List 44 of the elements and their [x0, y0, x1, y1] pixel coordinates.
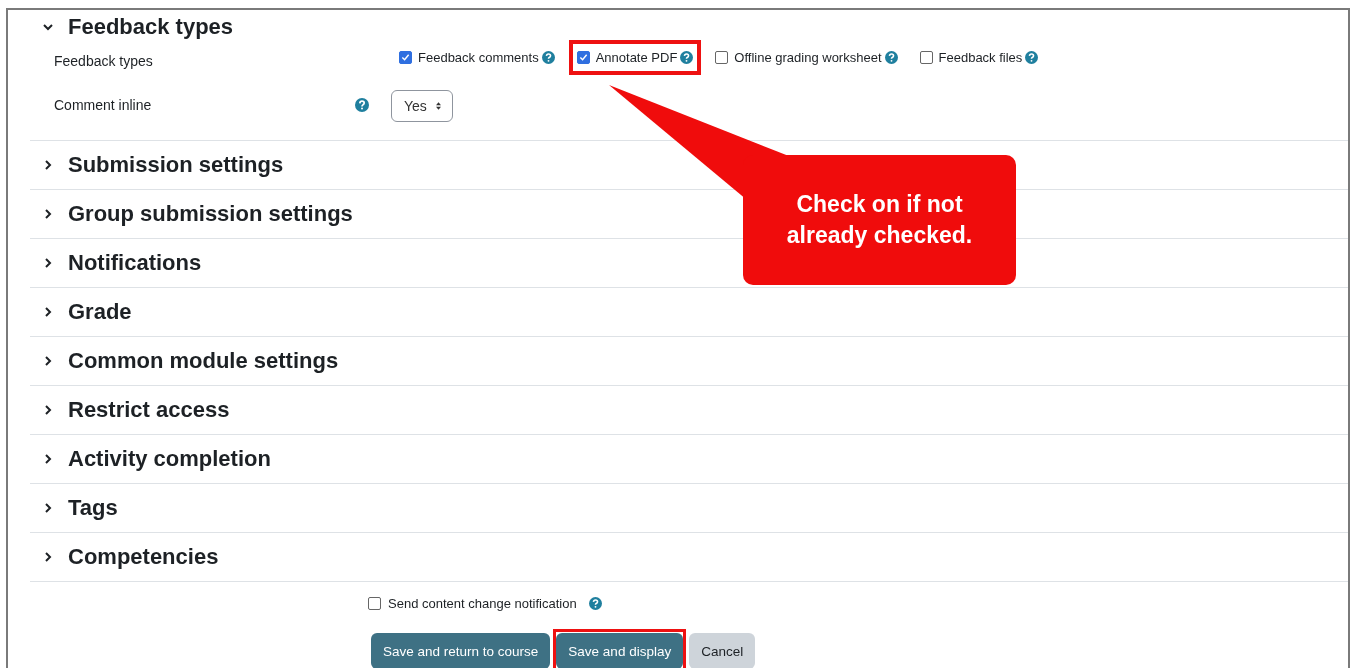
- checkbox-label[interactable]: Feedback comments: [418, 49, 539, 65]
- field-label: Comment inline: [54, 97, 152, 113]
- checkbox[interactable]: [919, 50, 933, 64]
- section-title[interactable]: Common module settings: [68, 348, 339, 374]
- checkbox[interactable]: [715, 50, 729, 64]
- section-title[interactable]: Grade: [68, 299, 132, 325]
- chevron-icon[interactable]: [42, 159, 54, 171]
- checkbox[interactable]: [399, 50, 412, 64]
- help-icon[interactable]: [680, 50, 694, 64]
- section-title[interactable]: Notifications: [68, 250, 202, 276]
- section-title[interactable]: Competencies: [68, 544, 219, 570]
- save-button[interactable]: Save and return to course: [371, 633, 551, 668]
- chevron-icon[interactable]: [42, 453, 54, 465]
- chevron-icon[interactable]: [42, 257, 54, 269]
- chevron-icon[interactable]: [42, 404, 54, 416]
- section-title[interactable]: Tags: [68, 495, 118, 521]
- select-dropdown[interactable]: Yes: [391, 90, 453, 122]
- chevron-icon[interactable]: [42, 551, 54, 563]
- help-icon[interactable]: [355, 98, 369, 112]
- checkbox[interactable]: [368, 597, 381, 610]
- section-title[interactable]: Restrict access: [68, 397, 230, 423]
- cancel-button[interactable]: Cancel: [689, 633, 756, 668]
- field-label: Feedback types: [54, 53, 153, 69]
- section-title[interactable]: Activity completion: [68, 446, 271, 472]
- section-title[interactable]: Feedback types: [68, 14, 234, 40]
- callout: Check on if not already checked.: [743, 155, 1016, 285]
- checkbox-label[interactable]: Send content change notification: [388, 596, 577, 611]
- save-button[interactable]: Save and display: [556, 633, 684, 668]
- chevron-icon[interactable]: [42, 21, 54, 33]
- checkbox-label[interactable]: Feedback files: [938, 49, 1023, 65]
- checkbox[interactable]: [576, 50, 590, 64]
- help-icon[interactable]: [884, 50, 898, 64]
- sort-arrows-icon: [434, 101, 442, 111]
- section-title[interactable]: Submission settings: [68, 152, 284, 178]
- chevron-icon[interactable]: [42, 306, 54, 318]
- chevron-icon[interactable]: [42, 502, 54, 514]
- help-icon[interactable]: [541, 50, 555, 64]
- chevron-icon[interactable]: [42, 208, 54, 220]
- help-icon[interactable]: [588, 597, 602, 610]
- section-title[interactable]: Group submission settings: [68, 201, 353, 227]
- checkbox-label[interactable]: Annotate PDF: [595, 49, 678, 65]
- chevron-icon[interactable]: [42, 355, 54, 367]
- checkbox-label[interactable]: Offline grading worksheet: [734, 49, 882, 65]
- help-icon[interactable]: [1025, 50, 1039, 64]
